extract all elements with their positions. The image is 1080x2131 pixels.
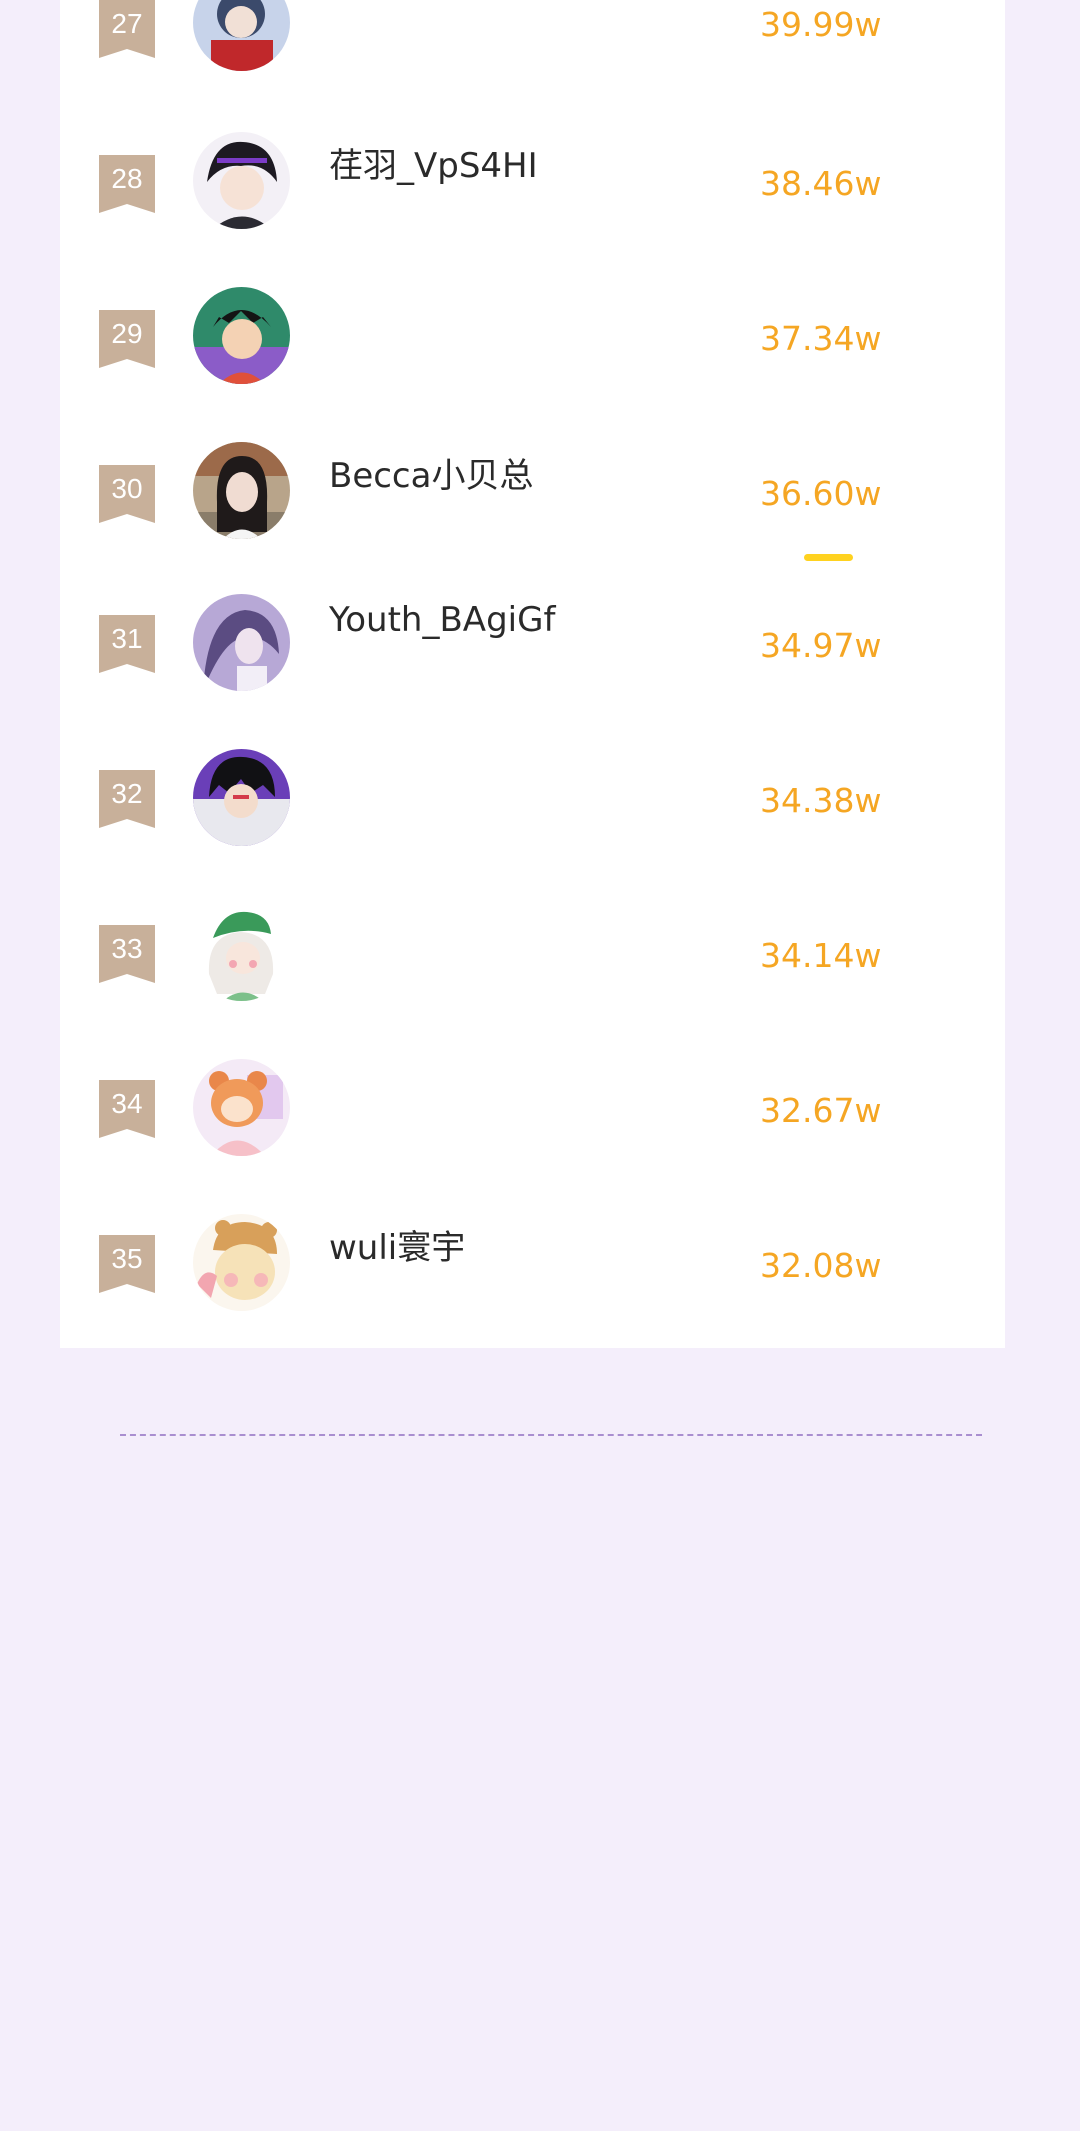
anime-avatar-icon (193, 287, 290, 384)
rank-number: 32 (111, 778, 143, 809)
user-nickname: Becca小贝总 (329, 456, 534, 496)
leaderboard-row[interactable]: 31 Youth_BAgiGf 34.97w (60, 565, 1005, 720)
rank-badge: 29 (99, 310, 155, 368)
leaderboard-card: 27 39.99w 28 荏羽_VpS4HI 38.46w 29 37.34w … (60, 0, 1005, 1348)
avatar[interactable] (193, 0, 290, 71)
rank-number: 34 (111, 1088, 143, 1119)
scroll-indicator (804, 554, 853, 561)
leaderboard-row[interactable]: 27 39.99w (60, 0, 1005, 100)
score-value: 32.08w (760, 1246, 882, 1285)
score-value: 32.67w (760, 1091, 882, 1130)
score-value: 37.34w (760, 319, 882, 358)
rank-badge: 32 (99, 770, 155, 828)
rank-badge: 35 (99, 1235, 155, 1293)
rank-number: 35 (111, 1243, 143, 1274)
anime-avatar-icon (193, 0, 290, 71)
avatar[interactable] (193, 904, 290, 1001)
leaderboard-row[interactable]: 35 wuli寰宇 32.08w (60, 1185, 1005, 1340)
photo-avatar-icon (193, 442, 290, 539)
avatar[interactable] (193, 287, 290, 384)
rank-badge: 27 (99, 0, 155, 58)
user-nickname: Youth_BAgiGf (329, 600, 556, 640)
rank-number: 29 (111, 318, 143, 349)
leaderboard-row[interactable]: 28 荏羽_VpS4HI 38.46w (60, 100, 1005, 255)
rank-number: 31 (111, 623, 143, 654)
avatar[interactable] (193, 1059, 290, 1156)
leaderboard-row[interactable]: 33 34.14w (60, 875, 1005, 1030)
score-value: 39.99w (760, 5, 882, 44)
anime-avatar-icon (193, 1214, 290, 1311)
leaderboard-row[interactable]: 34 32.67w (60, 1030, 1005, 1185)
leaderboard-row[interactable]: 30 Becca小贝总 36.60w (60, 410, 1005, 565)
score-value: 34.38w (760, 781, 882, 820)
anime-avatar-icon (193, 594, 290, 691)
anime-avatar-icon (193, 1059, 290, 1156)
rank-number: 30 (111, 473, 143, 504)
rank-badge: 28 (99, 155, 155, 213)
avatar[interactable] (193, 132, 290, 229)
avatar[interactable] (193, 594, 290, 691)
avatar[interactable] (193, 442, 290, 539)
rank-badge: 33 (99, 925, 155, 983)
score-value: 34.97w (760, 626, 882, 665)
rank-badge: 30 (99, 465, 155, 523)
rank-badge: 34 (99, 1080, 155, 1138)
avatar[interactable] (193, 1214, 290, 1311)
user-nickname: wuli寰宇 (329, 1228, 466, 1268)
rank-badge: 31 (99, 615, 155, 673)
leaderboard-row[interactable]: 29 37.34w (60, 255, 1005, 410)
score-value: 38.46w (760, 164, 882, 203)
anime-avatar-icon (193, 132, 290, 229)
anime-avatar-icon (193, 904, 290, 1001)
rank-number: 33 (111, 933, 143, 964)
user-nickname: 荏羽_VpS4HI (329, 146, 538, 186)
score-value: 34.14w (760, 936, 882, 975)
score-value: 36.60w (760, 474, 882, 513)
rank-number: 27 (111, 8, 143, 39)
leaderboard-row[interactable]: 32 34.38w (60, 720, 1005, 875)
anime-avatar-icon (193, 749, 290, 846)
rank-number: 28 (111, 163, 143, 194)
dashed-divider (120, 1434, 982, 1436)
avatar[interactable] (193, 749, 290, 846)
